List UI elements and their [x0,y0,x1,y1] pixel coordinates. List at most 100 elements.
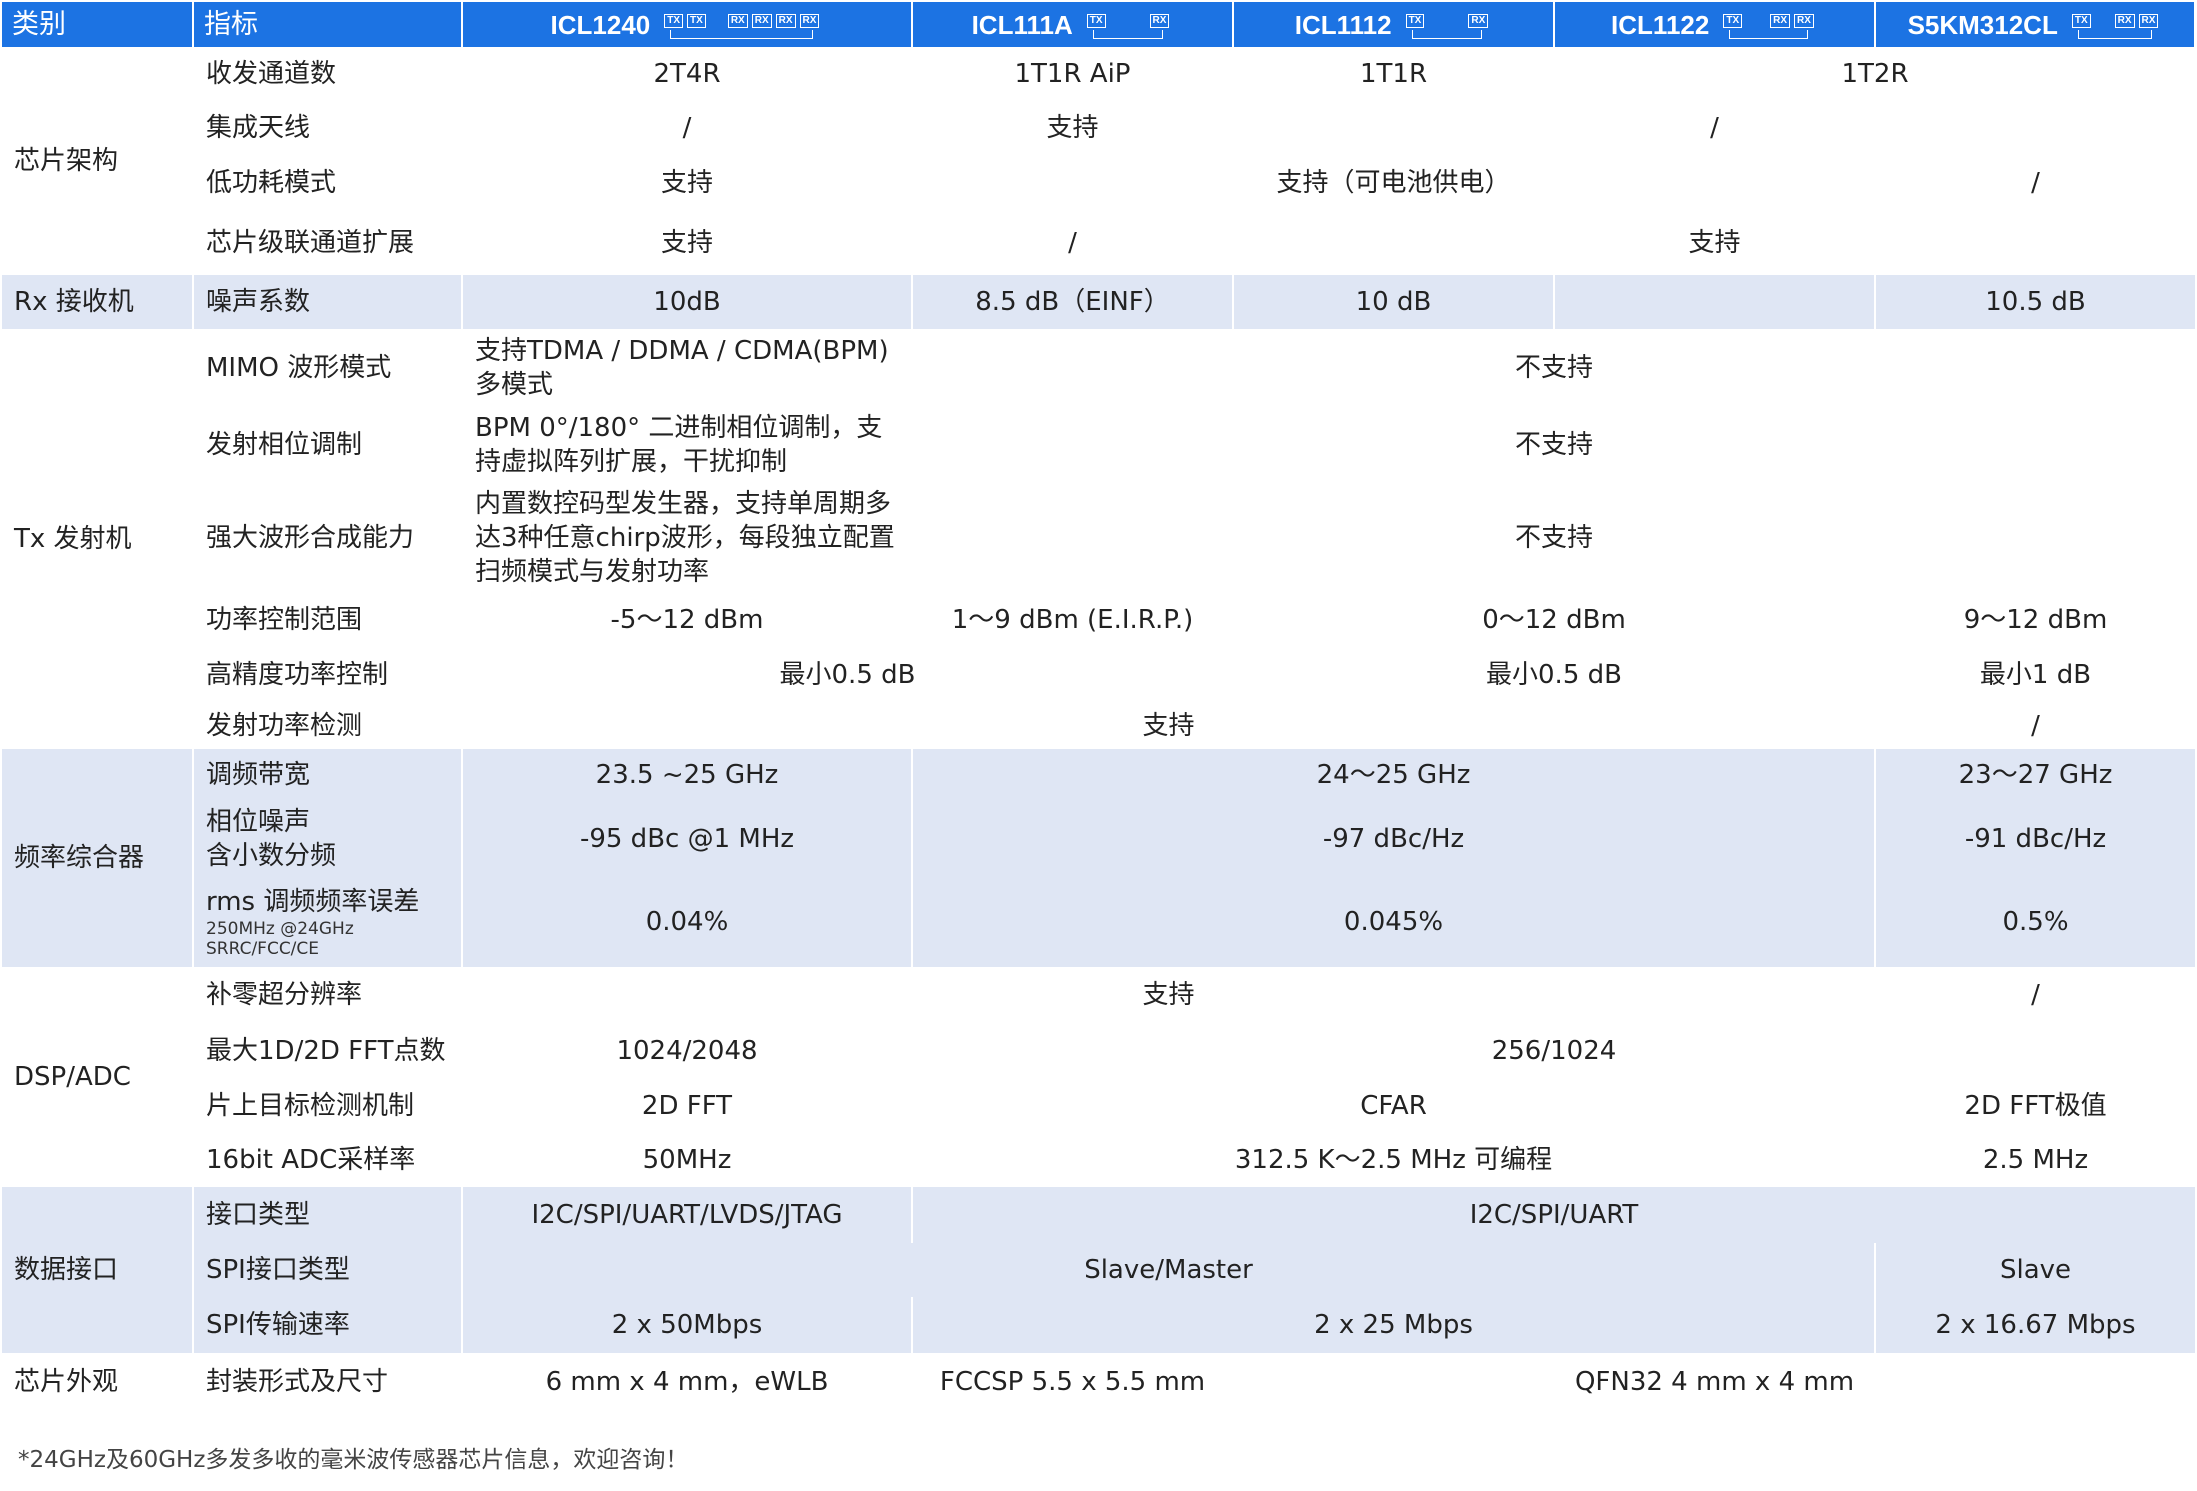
table-row: SPI接口类型 Slave/Master Slave [2,1243,2195,1297]
indicator-cell: 相位噪声 含小数分频 [192,801,462,877]
value-cell: / [911,211,1233,275]
indicator-cell: 最大1D/2D FFT点数 [192,1023,462,1078]
indicator-cell: 集成天线 [192,101,462,155]
value-cell: 1T1R AiP [911,47,1233,101]
value-cell: 50MHz [461,1133,912,1187]
indicator-note: 250MHz @24GHz [206,919,354,939]
table-row: DSP/ADC 补零超分辨率 支持 / [2,967,2195,1187]
table-row: 集成天线 / 支持 / [2,101,2195,155]
value-cell: 256/1024 [911,1023,2195,1078]
table-row: 低功耗模式 支持 支持（可电池供电） / [2,155,2195,211]
value-cell: QFN32 4 mm x 4 mm [1232,1353,2195,1411]
pin-diagram-icon: TX RX RX [2071,13,2163,40]
value-cell: FCCSP 5.5 x 5.5 mm [911,1353,1233,1411]
indicator-cell: 封装形式及尺寸 [192,1353,462,1411]
indicator-main: rms 调频频率误差 [206,887,420,917]
value-cell: 0.045% [911,877,1875,967]
value-cell: / [1874,967,2195,1023]
table-row: 芯片架构 收发通道数 2T4R 1T1R AiP 1T1R 1T2R [2,47,2195,275]
value-cell: I2C/SPI/UART/LVDS/JTAG [461,1187,912,1243]
table-row: 芯片级联通道扩展 支持 / 支持 [2,211,2195,275]
indicator-sub: 含小数分频 [206,841,337,871]
indicator-cell: 补零超分辨率 [192,967,462,1023]
value-cell: 2T4R [461,47,912,101]
pin-diagram-icon: TX TX RX RX RX RX [664,13,823,40]
indicator-cell: rms 调频频率误差 250MHz @24GHz SRRC/FCC/CE [192,877,462,967]
pin-diagram-icon: TX RX [1086,13,1174,40]
value-cell: / [1232,101,2195,155]
category-cell: Tx 发射机 [2,329,193,749]
header-chip-s5km312cl: S5KM312CL TX RX RX [1875,2,2196,47]
header-chip-icl1240: ICL1240 TX TX RX RX RX RX [462,2,913,47]
value-cell: 支持（可电池供电） [911,155,1875,211]
table-row: rms 调频频率误差 250MHz @24GHz SRRC/FCC/CE 0.04%… [2,877,2195,967]
indicator-cell: 功率控制范围 [192,593,462,647]
value-cell: 最小0.5 dB [461,647,1233,703]
table-row: 高精度功率控制 最小0.5 dB 最小0.5 dB 最小1 dB [2,647,2195,703]
value-cell: 9～12 dBm [1874,593,2195,647]
indicator-cell: 片上目标检测机制 [192,1078,462,1133]
table-row: 芯片外观 封装形式及尺寸 6 mm x 4 mm，eWLB FCCSP 5.5 … [2,1353,2195,1411]
table-row: Rx 接收机 噪声系数 10dB 8.5 dB（EINF） 10 dB 10.5… [2,275,2195,329]
pin-diagram-icon: TX RX [1405,13,1493,40]
value-cell: Slave/Master [461,1243,1875,1297]
value-cell: 支持 [461,703,1875,749]
table-row: Tx 发射机 MIMO 波形模式 支持TDMA / DDMA / CDMA(BP… [2,329,2195,749]
indicator-cell: 高精度功率控制 [192,647,462,703]
indicator-cell: SPI传输速率 [192,1297,462,1353]
value-cell: 支持 [461,155,912,211]
value-cell: 312.5 K～2.5 MHz 可编程 [911,1133,1875,1187]
value-cell: 10 dB [1232,275,1554,329]
value-cell: 24～25 GHz [911,749,1875,801]
value-cell: 23.5 ~25 GHz [461,749,912,801]
category-cell: 芯片外观 [2,1353,193,1411]
value-cell: BPM 0°/180° 二进制相位调制，支持虚拟阵列扩展，干扰抑制 [461,407,912,483]
value-cell: 支持TDMA / DDMA / CDMA(BPM)多模式 [461,329,912,407]
value-cell: Slave [1874,1243,2195,1297]
header-chip-icl111a: ICL111A TX RX [912,2,1234,47]
table-row: 相位噪声 含小数分频 -95 dBc @1 MHz -97 dBc/Hz -91 … [2,801,2195,877]
value-cell: 0.5% [1874,877,2195,967]
value-cell: -95 dBc @1 MHz [461,801,912,877]
value-cell: 2 x 50Mbps [461,1297,912,1353]
value-cell: 最小1 dB [1874,647,2195,703]
table-row: 最大1D/2D FFT点数 1024/2048 256/1024 [2,1023,2195,1078]
table-row: 数据接口 接口类型 I2C/SPI/UART/LVDS/JTAG I2C/SPI… [2,1187,2195,1353]
category-cell: DSP/ADC [2,967,193,1187]
indicator-cell: 发射相位调制 [192,407,462,483]
value-cell: 2D FFT [461,1078,912,1133]
indicator-note: SRRC/FCC/CE [206,939,320,959]
indicator-cell: 低功耗模式 [192,155,462,211]
value-cell: 0～12 dBm [1232,593,1875,647]
indicator-cell: 强大波形合成能力 [192,483,462,593]
value-cell: 2 x 25 Mbps [911,1297,1875,1353]
table-row: SPI传输速率 2 x 50Mbps 2 x 25 Mbps 2 x 16.67… [2,1297,2195,1353]
table-row: 功率控制范围 -5～12 dBm 1～9 dBm (E.I.R.P.) 0～12… [2,593,2195,647]
value-cell: 1～9 dBm (E.I.R.P.) [911,593,1233,647]
header-category: 类别 [2,2,194,47]
pin-diagram-icon: TX RX RX [1723,13,1818,40]
table-row: 发射相位调制 BPM 0°/180° 二进制相位调制，支持虚拟阵列扩展，干扰抑制… [2,407,2195,483]
value-cell: 8.5 dB（EINF） [911,275,1233,329]
value-cell: 最小0.5 dB [1232,647,1875,703]
indicator-cell: 芯片级联通道扩展 [192,211,462,275]
header-chip-icl1112: ICL1112 TX RX [1233,2,1555,47]
value-cell: 支持 [461,211,912,275]
table-row: 片上目标检测机制 2D FFT CFAR 2D FFT极值 [2,1078,2195,1133]
value-cell: 1T1R [1232,47,1554,101]
indicator-main: 相位噪声 [206,807,311,837]
indicator-cell: 调频带宽 [192,749,462,801]
value-cell: 2 x 16.67 Mbps [1874,1297,2195,1353]
value-cell: 2D FFT极值 [1874,1078,2195,1133]
value-cell: 支持 [1232,211,2195,275]
spec-table: 类别 指标 ICL1240 TX TX RX RX RX RX ICL111A TX RX IC… [2,2,2196,1411]
value-cell: -97 dBc/Hz [911,801,1875,877]
value-cell: 不支持 [911,407,2195,483]
indicator-cell: 16bit ADC采样率 [192,1133,462,1187]
table-row: 16bit ADC采样率 50MHz 312.5 K～2.5 MHz 可编程 2… [2,1133,2195,1187]
category-cell: 芯片架构 [2,47,193,275]
value-cell: 1024/2048 [461,1023,912,1078]
value-cell: 内置数控码型发生器，支持单周期多达3种任意chirp波形，每段独立配置扫频模式与… [461,483,912,593]
category-cell: 数据接口 [2,1187,193,1353]
value-cell: 2.5 MHz [1874,1133,2195,1187]
